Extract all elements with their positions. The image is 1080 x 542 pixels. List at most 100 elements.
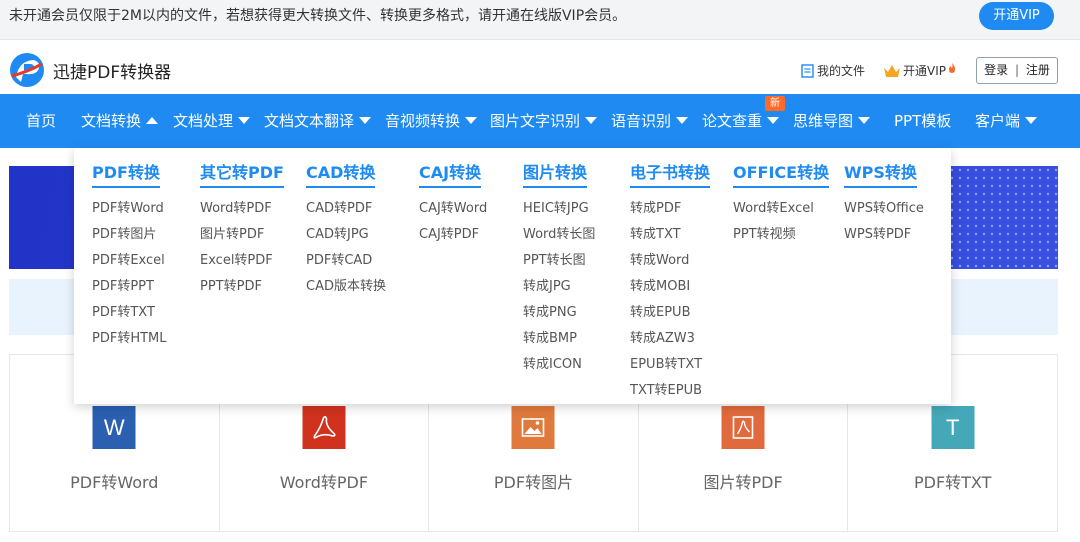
nav-item-translate[interactable]: 文档文本翻译 bbox=[264, 94, 372, 148]
caret-down-icon bbox=[858, 117, 871, 124]
nav-label: 音视频转换 bbox=[385, 112, 461, 130]
menu-link[interactable]: WPS转PDF bbox=[844, 222, 924, 248]
nav-item-home[interactable]: 首页 bbox=[26, 94, 56, 148]
nav-item-doc-process[interactable]: 文档处理 bbox=[173, 94, 251, 148]
menu-link[interactable]: 转成PNG bbox=[523, 300, 595, 326]
column-title[interactable]: CAD转换 bbox=[306, 158, 376, 188]
menu-link[interactable]: CAJ转Word bbox=[419, 196, 487, 222]
menu-link[interactable]: 图片转PDF bbox=[200, 222, 284, 248]
column-title[interactable]: PDF转换 bbox=[92, 158, 160, 188]
my-files-label: 我的文件 bbox=[817, 64, 866, 78]
dropdown-column: 图片转换 HEIC转JPG Word转长图 PPT转长图 转成JPG 转成PNG… bbox=[523, 158, 595, 378]
caret-down-icon bbox=[238, 117, 251, 124]
menu-link[interactable]: 转成AZW3 bbox=[630, 326, 710, 352]
menu-link[interactable]: PDF转PPT bbox=[92, 274, 167, 300]
menu-link[interactable]: HEIC转JPG bbox=[523, 196, 595, 222]
column-title[interactable]: CAJ转换 bbox=[419, 158, 482, 188]
nav-label: 客户端 bbox=[975, 112, 1021, 130]
menu-link[interactable]: CAD转JPG bbox=[306, 222, 386, 248]
nav-item-mindmap[interactable]: 思维导图 bbox=[793, 94, 871, 148]
menu-link[interactable]: PDF转TXT bbox=[92, 300, 167, 326]
column-title[interactable]: 电子书转换 bbox=[630, 158, 711, 188]
dropdown-column: 电子书转换 转成PDF 转成TXT 转成Word 转成MOBI 转成EPUB 转… bbox=[630, 158, 711, 404]
crown-icon bbox=[884, 64, 900, 77]
menu-link[interactable]: PDF转Word bbox=[92, 196, 167, 222]
menu-link[interactable]: Word转长图 bbox=[523, 222, 595, 248]
menu-link[interactable]: CAD版本转换 bbox=[306, 274, 386, 300]
login-divider: | bbox=[1014, 63, 1020, 77]
nav-item-speech[interactable]: 语音识别 bbox=[611, 94, 689, 148]
main-nav: 首页 文档转换 文档处理 文档文本翻译 音视频转换 图片文字识别 语音识别 论文… bbox=[0, 94, 1080, 148]
vip-label: 开通VIP bbox=[903, 64, 946, 78]
menu-link[interactable]: 转成BMP bbox=[523, 326, 595, 352]
menu-link[interactable]: WPS转Office bbox=[844, 196, 924, 222]
caret-down-icon bbox=[1025, 117, 1038, 124]
my-files-link[interactable]: 我的文件 bbox=[801, 62, 865, 79]
nav-label: PPT模板 bbox=[894, 112, 952, 130]
tool-card-label: PDF转TXT bbox=[913, 473, 992, 492]
tool-card-label: PDF转Word bbox=[70, 473, 159, 492]
menu-link[interactable]: PPT转长图 bbox=[523, 248, 595, 274]
word-icon: W bbox=[92, 406, 136, 449]
menu-link[interactable]: CAD转PDF bbox=[306, 196, 386, 222]
dropdown-column: 其它转PDF Word转PDF 图片转PDF Excel转PDF PPT转PDF bbox=[200, 158, 284, 300]
dropdown-column: PDF转换 PDF转Word PDF转图片 PDF转Excel PDF转PPT … bbox=[92, 158, 167, 352]
column-title[interactable]: 图片转换 bbox=[523, 158, 588, 188]
menu-link[interactable]: EPUB转TXT bbox=[630, 352, 710, 378]
menu-link[interactable]: PDF转CAD bbox=[306, 248, 386, 274]
column-title[interactable]: 其它转PDF bbox=[200, 158, 284, 188]
nav-label: 首页 bbox=[26, 112, 57, 130]
menu-link[interactable]: CAJ转PDF bbox=[419, 222, 487, 248]
app-name[interactable]: 迅捷PDF转换器 bbox=[53, 58, 171, 83]
logo-icon[interactable] bbox=[9, 52, 45, 88]
dropdown-column: CAD转换 CAD转PDF CAD转JPG PDF转CAD CAD版本转换 bbox=[306, 158, 386, 300]
login-register-box: 登录 | 注册 bbox=[976, 57, 1058, 84]
menu-link[interactable]: TXT转EPUB bbox=[630, 378, 710, 404]
image-icon bbox=[511, 406, 555, 449]
nav-item-ppt-templates[interactable]: PPT模板 bbox=[894, 94, 951, 148]
menu-link[interactable]: Excel转PDF bbox=[200, 248, 284, 274]
nav-label: 文档文本翻译 bbox=[264, 112, 355, 130]
menu-link[interactable]: Word转PDF bbox=[200, 196, 284, 222]
dropdown-column: OFFICE转换 Word转Excel PPT转视频 bbox=[733, 158, 830, 248]
menu-link[interactable]: PPT转PDF bbox=[200, 274, 284, 300]
menu-link[interactable]: PDF转图片 bbox=[92, 222, 167, 248]
new-badge: 新 bbox=[765, 96, 785, 111]
caret-down-icon bbox=[465, 117, 478, 124]
dropdown-column: WPS转换 WPS转Office WPS转PDF bbox=[844, 158, 924, 248]
caret-down-icon bbox=[676, 117, 689, 124]
menu-link[interactable]: 转成JPG bbox=[523, 274, 595, 300]
notice-text: 未开通会员仅限于2M以内的文件，若想获得更大转换文件、转换更多格式，请开通在线版… bbox=[9, 8, 627, 24]
nav-label: 思维导图 bbox=[793, 112, 854, 130]
notice-bar: 未开通会员仅限于2M以内的文件，若想获得更大转换文件、转换更多格式，请开通在线版… bbox=[0, 0, 1080, 40]
nav-item-ocr[interactable]: 图片文字识别 bbox=[490, 94, 598, 148]
menu-link[interactable]: 转成Word bbox=[630, 248, 710, 274]
menu-link[interactable]: PPT转视频 bbox=[733, 222, 829, 248]
nav-item-client[interactable]: 客户端 bbox=[975, 94, 1038, 148]
tool-card-label: 图片转PDF bbox=[703, 473, 783, 492]
menu-link[interactable]: 转成PDF bbox=[630, 196, 710, 222]
login-link[interactable]: 登录 bbox=[984, 63, 1008, 77]
dropdown-column: CAJ转换 CAJ转Word CAJ转PDF bbox=[419, 158, 487, 248]
nav-item-doc-convert[interactable]: 文档转换 bbox=[81, 94, 159, 148]
caret-down-icon bbox=[585, 117, 598, 124]
pdf-icon bbox=[721, 406, 765, 449]
fire-icon bbox=[949, 62, 955, 73]
caret-down-icon bbox=[359, 117, 372, 124]
menu-link[interactable]: 转成EPUB bbox=[630, 300, 710, 326]
menu-link[interactable]: Word转Excel bbox=[733, 196, 829, 222]
open-vip-button[interactable]: 开通VIP bbox=[979, 2, 1054, 30]
nav-label: 语音识别 bbox=[611, 112, 672, 130]
menu-link[interactable]: 转成ICON bbox=[523, 352, 595, 378]
column-title[interactable]: WPS转换 bbox=[844, 158, 917, 188]
menu-link[interactable]: PDF转HTML bbox=[92, 326, 167, 352]
caret-up-icon bbox=[146, 117, 159, 124]
register-link[interactable]: 注册 bbox=[1026, 63, 1050, 77]
menu-link[interactable]: PDF转Excel bbox=[92, 248, 167, 274]
nav-item-av-convert[interactable]: 音视频转换 bbox=[385, 94, 478, 148]
vip-link[interactable]: 开通VIP bbox=[883, 62, 956, 79]
site-header: 迅捷PDF转换器 我的文件 开通VIP 登录 | 注册 bbox=[0, 40, 1080, 94]
column-title[interactable]: OFFICE转换 bbox=[733, 158, 830, 188]
menu-link[interactable]: 转成TXT bbox=[630, 222, 710, 248]
menu-link[interactable]: 转成MOBI bbox=[630, 274, 710, 300]
